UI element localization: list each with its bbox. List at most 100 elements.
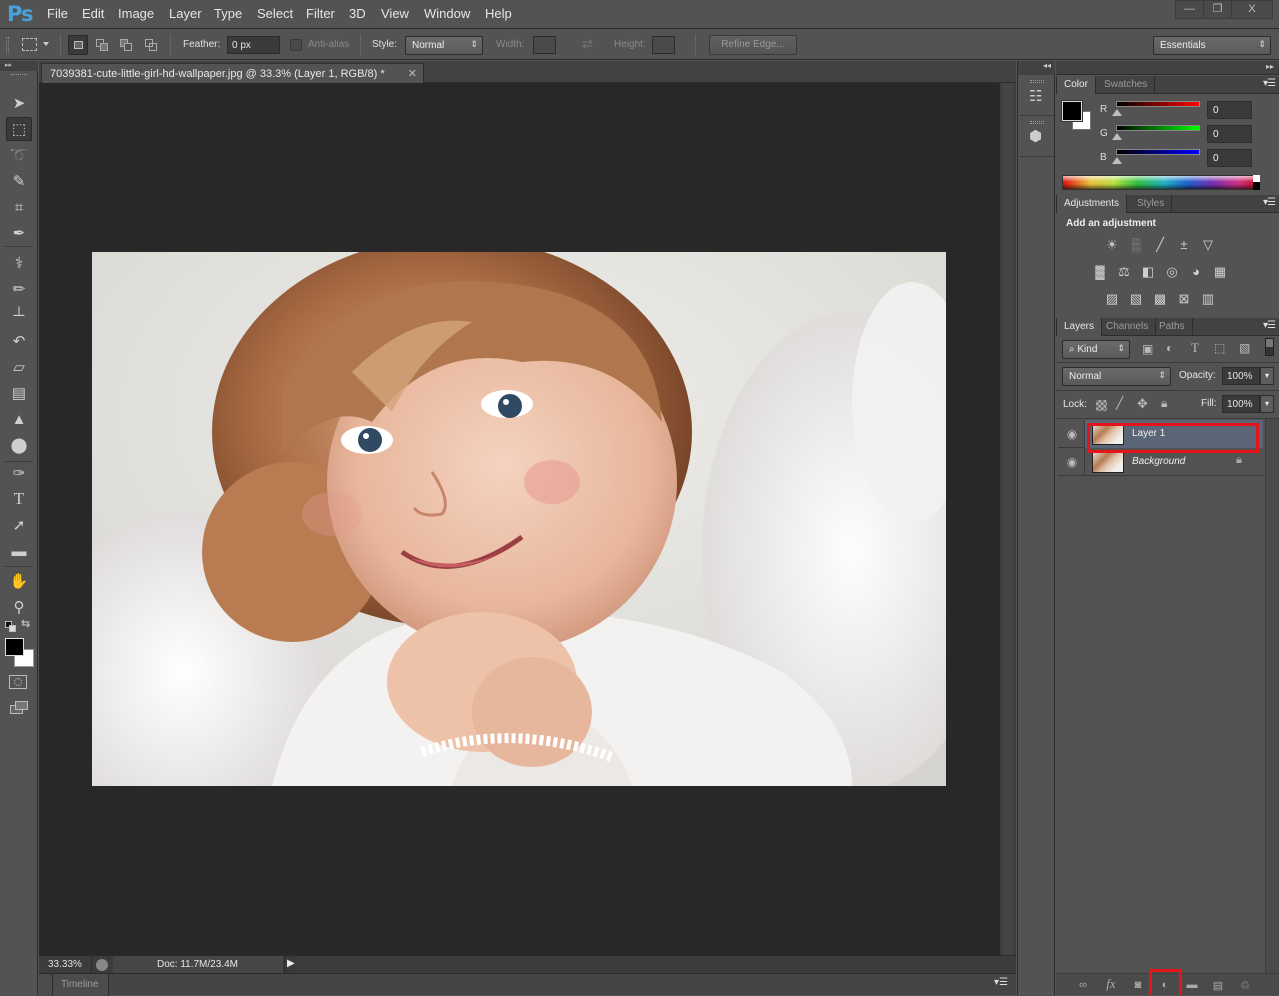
color-balance-icon[interactable]: ⚖ [1115,264,1133,280]
path-selection-tool[interactable]: ➚ [6,513,32,537]
collapse-panels-icon[interactable]: ▸▸ [1266,62,1274,71]
green-slider-thumb[interactable] [1112,133,1122,140]
minimize-button[interactable]: — [1175,0,1204,19]
lasso-tool[interactable]: ➰ [6,143,32,167]
layer-filter-kind-select[interactable]: ⌕ Kind ⇕ [1062,340,1130,359]
lock-image-pixels-icon[interactable]: ╱ [1116,396,1123,410]
blue-slider[interactable] [1116,149,1200,155]
green-slider[interactable] [1116,125,1200,131]
lock-transparent-pixels-icon[interactable] [1096,400,1107,411]
invert-icon[interactable]: ▨ [1103,291,1121,307]
document-image[interactable] [92,252,946,786]
options-bar-grip[interactable] [6,37,9,53]
adjustments-panel-menu-icon[interactable]: ▾☰ [1263,197,1275,208]
tab-styles[interactable]: Styles [1130,195,1172,213]
crop-tool[interactable]: ⌗ [6,195,32,219]
delete-layer-trash-icon[interactable]: ♲ [1237,979,1253,993]
type-tool[interactable]: T [6,487,32,511]
lock-all-icon[interactable]: 🔒︎ [1161,396,1167,411]
blur-tool[interactable]: ▲ [6,407,32,431]
filter-adjustment-layers-icon[interactable]: ◐ [1166,341,1173,355]
red-value-input[interactable]: 0 [1207,101,1252,119]
close-document-icon[interactable]: ✕ [408,67,417,80]
foreground-color-swatch[interactable] [5,638,24,656]
expand-toolbar-icon[interactable]: ▸▸ [0,61,38,71]
spot-healing-brush-tool[interactable]: ⚕ [6,251,32,275]
style-select[interactable]: Normal ⇕ [405,36,483,55]
close-window-button[interactable]: X [1231,0,1273,19]
refine-edge-button[interactable]: Refine Edge... [709,35,797,55]
swap-width-height-icon[interactable]: ⇄ [582,36,593,52]
exposure-icon[interactable]: ± [1175,237,1193,253]
anti-alias-checkbox[interactable] [290,39,302,51]
width-input[interactable] [533,36,556,54]
threshold-icon[interactable]: ▩ [1151,291,1169,307]
quick-mask-button[interactable] [9,675,27,689]
subtract-from-selection-button[interactable] [117,35,137,55]
visibility-eye-icon[interactable]: ◉ [1064,455,1080,469]
layer-name[interactable]: Background [1132,456,1185,467]
fill-dropdown-button[interactable]: ▾ [1260,395,1274,413]
menu-view[interactable]: View [381,6,409,21]
status-menu-button[interactable]: ▶ [284,956,297,974]
eraser-tool[interactable]: ▱ [6,355,32,379]
photo-filter-icon[interactable]: ◎ [1163,264,1181,280]
menu-filter[interactable]: Filter [306,6,335,21]
blue-value-input[interactable]: 0 [1207,149,1252,167]
clone-stamp-tool[interactable]: ┴ [6,303,32,327]
new-layer-icon[interactable]: ▤ [1210,979,1226,993]
spectrum-white-swatch[interactable] [1253,175,1260,182]
new-group-folder-icon[interactable]: ▬ [1184,979,1200,993]
menu-file[interactable]: File [47,6,68,21]
menu-3d[interactable]: 3D [349,6,366,21]
new-selection-button[interactable] [68,35,88,55]
black-white-icon[interactable]: ◧ [1139,264,1157,280]
opacity-input[interactable]: 100% [1222,367,1260,385]
vibrance-icon[interactable]: ▽ [1199,237,1217,253]
gradient-map-icon[interactable]: ▥ [1199,291,1217,307]
restore-button[interactable]: ❐ [1203,0,1232,19]
opacity-dropdown-button[interactable]: ▾ [1260,367,1274,385]
gradient-tool[interactable]: ▤ [6,381,32,405]
quick-selection-tool[interactable]: ✎ [6,169,32,193]
blue-slider-thumb[interactable] [1112,157,1122,164]
hand-tool[interactable]: ✋ [6,569,32,593]
red-slider[interactable] [1116,101,1200,107]
history-panel-button[interactable]: ☷ [1020,76,1054,116]
visibility-eye-icon[interactable]: ◉ [1064,427,1080,441]
vertical-scrollbar[interactable] [999,83,1016,955]
rectangle-tool[interactable]: ▬ [6,539,32,563]
menu-type[interactable]: Type [214,6,242,21]
eyedropper-tool[interactable]: ✒ [6,221,32,245]
add-layer-mask-icon[interactable]: ◙ [1130,979,1146,993]
timeline-menu-icon[interactable]: ▾☰ [994,977,1008,988]
dodge-tool[interactable]: ⬤ [6,433,32,457]
rectangular-marquee-tool[interactable]: ⬚ [6,117,32,141]
layer-style-fx-icon[interactable]: fx [1103,976,1119,990]
tab-channels[interactable]: Channels [1099,318,1156,336]
color-panel-menu-icon[interactable]: ▾☰ [1263,78,1275,89]
layers-panel-menu-icon[interactable]: ▾☰ [1263,320,1275,331]
tab-swatches[interactable]: Swatches [1097,76,1155,94]
color-spectrum-ramp[interactable] [1062,175,1259,190]
curves-icon[interactable]: ╱ [1151,237,1169,253]
zoom-tool[interactable]: ⚲ [6,595,32,619]
tab-paths[interactable]: Paths [1152,318,1193,336]
timeline-tab[interactable]: Timeline [53,974,109,996]
filter-pixel-layers-icon[interactable]: ▣ [1142,342,1153,356]
collapse-dock-icon[interactable]: ◂◂ [1018,61,1055,75]
menu-edit[interactable]: Edit [82,6,104,21]
link-layers-icon[interactable]: ∞ [1075,979,1091,993]
color-panel-foreground-swatch[interactable] [1062,101,1082,121]
zoom-level[interactable]: 33.33% [48,959,82,970]
channel-mixer-icon[interactable]: ◕ [1187,264,1205,280]
height-input[interactable] [652,36,675,54]
status-info-icon[interactable] [96,959,108,971]
red-slider-thumb[interactable] [1112,109,1122,116]
3d-panel-button[interactable]: ⬢ [1020,117,1054,157]
menu-help[interactable]: Help [485,6,512,21]
feather-input[interactable]: 0 px [227,36,280,54]
filter-type-layers-icon[interactable]: T [1191,340,1199,356]
color-lookup-icon[interactable]: ▦ [1211,264,1229,280]
brightness-contrast-icon[interactable]: ☀ [1103,237,1121,253]
